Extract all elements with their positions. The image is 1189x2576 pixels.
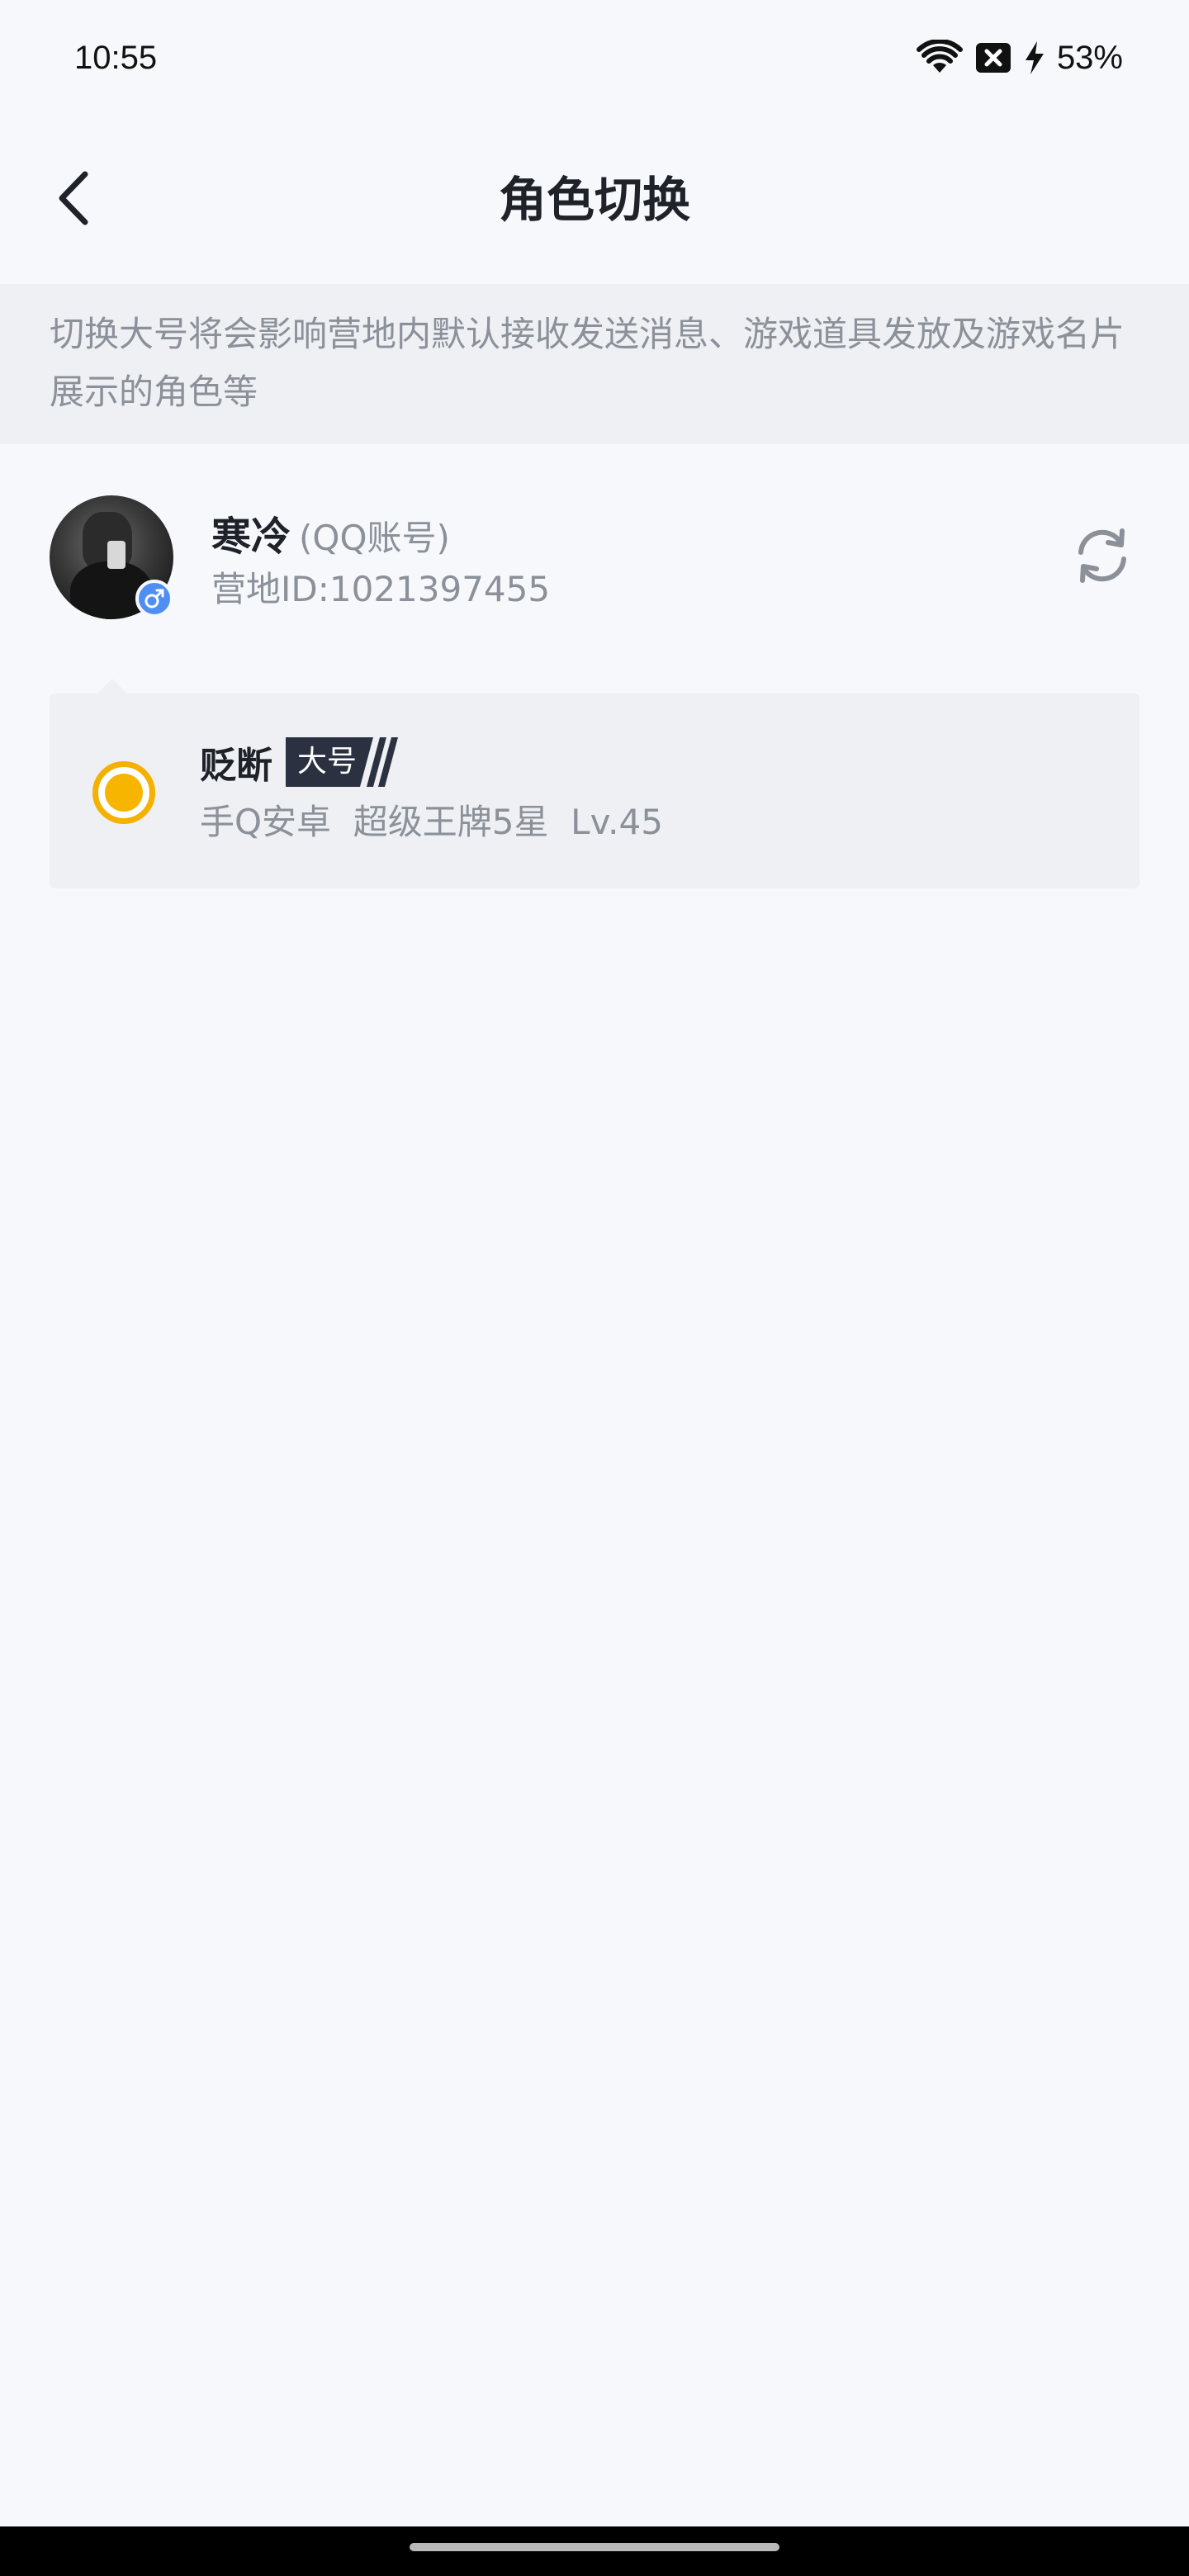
notice-banner: 切换大号将会影响营地内默认接收发送消息、游戏道具发放及游戏名片展示的角色等	[0, 284, 1189, 444]
account-name: 寒冷	[211, 514, 291, 560]
status-time: 10:55	[74, 40, 158, 76]
page-header: 角色切换	[0, 132, 1189, 272]
role-detail: 手Q安卓 超级王牌5星 Lv.45	[200, 802, 663, 842]
status-bar: 10:55 53%	[0, 0, 1189, 116]
sim-off-icon	[974, 40, 1012, 76]
switch-account-button[interactable]	[1065, 520, 1139, 594]
battery-percent: 53%	[1056, 39, 1123, 76]
role-card[interactable]: 贬断 大号 手Q安卓 超级王牌5星 Lv.45	[50, 679, 1139, 888]
refresh-icon	[1069, 523, 1135, 592]
card-pointer	[97, 679, 127, 694]
account-type: (QQ账号)	[299, 518, 450, 558]
account-row: 寒冷 (QQ账号) 营地ID:1021397455	[0, 487, 1189, 627]
role-name-line: 贬断 大号	[200, 736, 398, 788]
role-name: 贬断	[200, 745, 272, 787]
account-name-line: 寒冷 (QQ账号)	[211, 504, 450, 561]
account-id: 营地ID:1021397455	[211, 569, 551, 609]
male-icon	[135, 580, 173, 618]
status-icons: 53%	[916, 35, 1123, 81]
main-account-tag: 大号	[286, 737, 398, 787]
notice-text: 切换大号将会影响营地内默认接收发送消息、游戏道具发放及游戏名片展示的角色等	[50, 314, 1125, 412]
page-title: 角色切换	[498, 172, 690, 228]
main-account-tag-label: 大号	[297, 745, 358, 779]
home-indicator[interactable]	[410, 2543, 779, 2551]
role-radio[interactable]	[92, 761, 155, 824]
system-nav-bar	[0, 2526, 1189, 2576]
charging-icon	[1022, 40, 1047, 76]
radio-selected-dot	[105, 774, 143, 812]
wifi-icon	[916, 40, 963, 76]
